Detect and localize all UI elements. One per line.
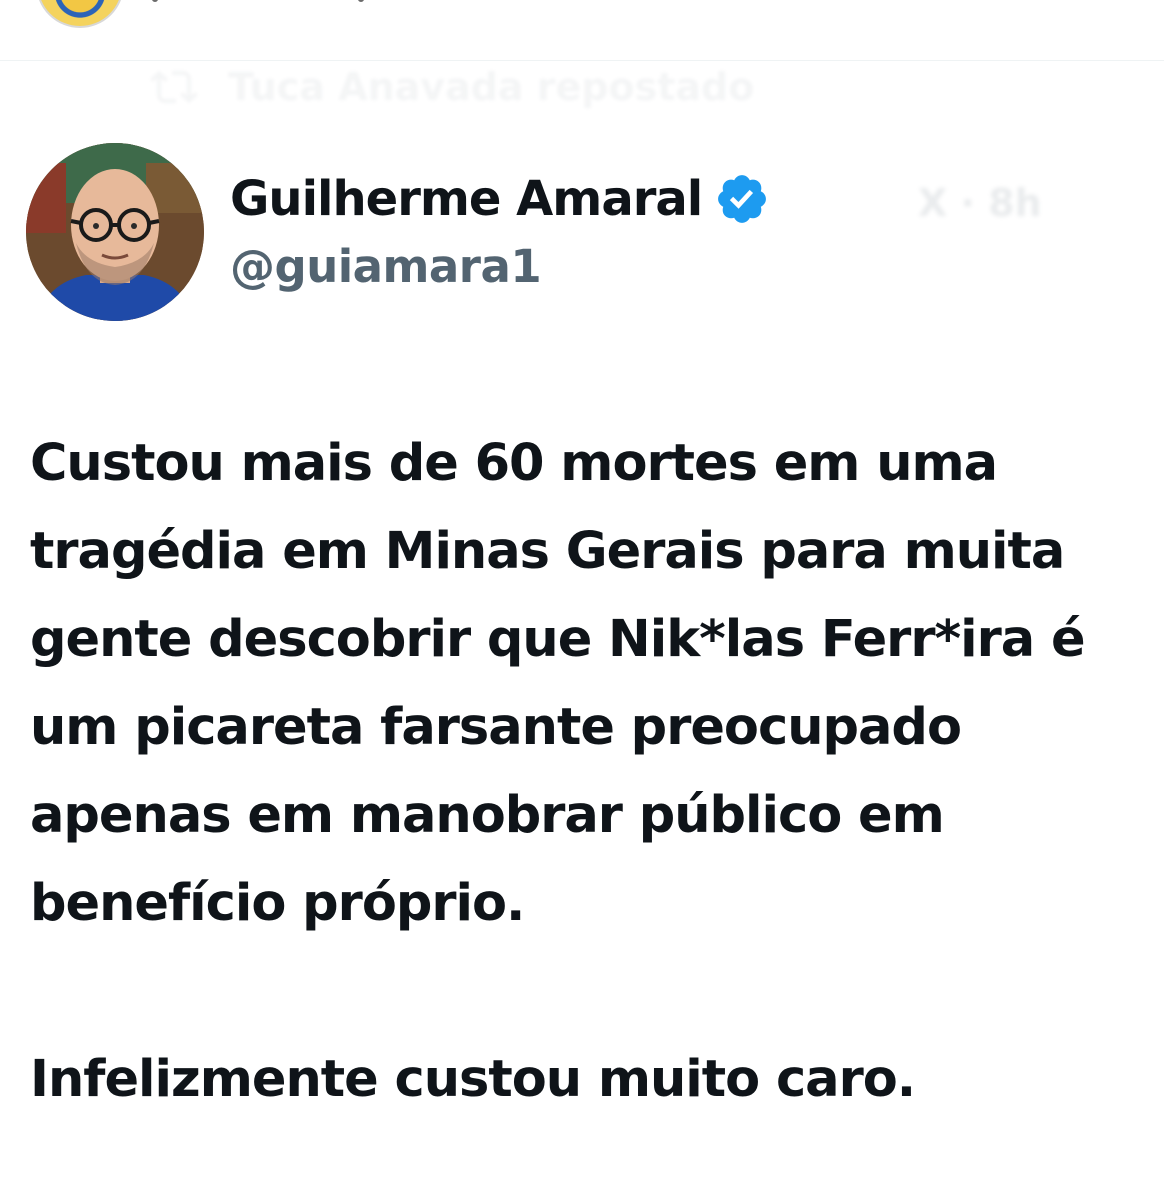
header-dot	[358, 0, 364, 2]
author-name-line[interactable]: Guilherme Amaral	[230, 164, 770, 234]
previous-tweet-strip	[0, 0, 1164, 61]
tweet-body: Custou mais de 60 mortes em uma tragédia…	[30, 420, 1140, 1124]
author-display-name[interactable]: Guilherme Amaral	[230, 171, 703, 227]
retweet-context[interactable]: Tuca Anavada repostado	[150, 62, 754, 112]
header-dot	[152, 0, 158, 2]
retweet-icon	[150, 70, 198, 104]
verified-badge-icon[interactable]	[714, 171, 770, 227]
tweet-paragraph-1: Custou mais de 60 mortes em uma tragédia…	[30, 434, 1086, 933]
platform-mark: X · 8h	[918, 181, 1042, 225]
profile-avatar-icon[interactable]	[36, 0, 124, 28]
author-handle[interactable]: @guiamara1	[230, 240, 542, 293]
tweet-paragraph-2: Infelizmente custou muito caro.	[30, 1050, 916, 1109]
retweet-context-label: Tuca Anavada repostado	[228, 65, 755, 109]
author-avatar-icon[interactable]	[26, 143, 204, 321]
